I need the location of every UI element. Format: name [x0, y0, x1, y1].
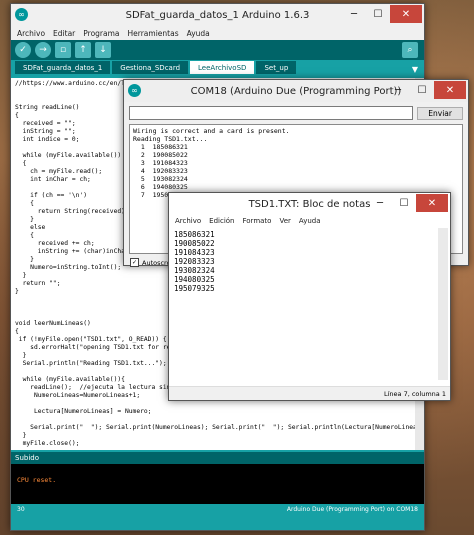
menu-programa[interactable]: Programa — [83, 29, 119, 38]
open-sketch-icon[interactable]: ↑ — [75, 42, 91, 58]
tab-menu-icon[interactable]: ▼ — [412, 65, 418, 74]
menu-archivo[interactable]: Archivo — [175, 217, 201, 225]
notepad-status: Línea 7, columna 1 — [169, 386, 450, 400]
ide-title: SDFat_guarda_datos_1 Arduino 1.6.3 — [125, 9, 310, 21]
serial-title: COM18 (Arduino Due (Programming Port)) — [190, 85, 402, 97]
maximize-icon[interactable]: ☐ — [366, 5, 390, 23]
maximize-icon[interactable]: ☐ — [410, 81, 434, 99]
close-icon[interactable]: ✕ — [390, 5, 422, 23]
menu-herramientas[interactable]: Herramientas — [128, 29, 179, 38]
board-port-label: Arduino Due (Programming Port) on COM18 — [286, 506, 418, 513]
output-console: CPU reset. — [11, 464, 424, 504]
serial-send-input[interactable] — [129, 106, 414, 120]
tab-lee-archivo-sd[interactable]: LeeArchivoSD — [190, 61, 255, 74]
upload-status: Subido — [11, 452, 424, 464]
arduino-icon: ∞ — [15, 8, 28, 21]
sketch-tabs: SDFat_guarda_datos_1 Gestiona_SDcard Lee… — [11, 60, 424, 74]
menu-archivo[interactable]: Archivo — [17, 29, 45, 38]
autoscroll-checkbox[interactable]: ✓ — [130, 258, 139, 267]
menu-edicion[interactable]: Edición — [209, 217, 234, 225]
serial-monitor-icon[interactable]: ⌕ — [402, 42, 418, 58]
ide-titlebar[interactable]: ∞ SDFat_guarda_datos_1 Arduino 1.6.3 ─ ☐… — [11, 4, 424, 26]
serial-titlebar[interactable]: ∞ COM18 (Arduino Due (Programming Port))… — [124, 80, 468, 102]
close-icon[interactable]: ✕ — [416, 194, 448, 212]
maximize-icon[interactable]: ☐ — [392, 194, 416, 212]
tab-sdfat-guarda-datos[interactable]: SDFat_guarda_datos_1 — [15, 61, 111, 74]
save-sketch-icon[interactable]: ↓ — [95, 42, 111, 58]
notepad-menubar: Archivo Edición Formato Ver Ayuda — [169, 215, 450, 227]
ide-toolbar: ✓ → ▫ ↑ ↓ ⌕ — [11, 40, 424, 60]
minimize-icon[interactable]: ─ — [368, 194, 392, 212]
notepad-content: 185086321 190085022 191084323 192083323 … — [174, 230, 215, 293]
notepad-titlebar[interactable]: TSD1.TXT: Bloc de notas ─ ☐ ✕ — [169, 193, 450, 215]
ide-menubar: Archivo Editar Programa Herramientas Ayu… — [11, 26, 424, 40]
tab-gestiona-sdcard[interactable]: Gestiona_SDcard — [112, 61, 189, 74]
send-button[interactable]: Enviar — [417, 106, 463, 120]
menu-ayuda[interactable]: Ayuda — [299, 217, 321, 225]
console-line: CPU reset. — [17, 476, 57, 484]
notepad-title: TSD1.TXT: Bloc de notas — [248, 198, 371, 210]
line-number: 30 — [17, 506, 25, 513]
menu-editar[interactable]: Editar — [53, 29, 75, 38]
new-sketch-icon[interactable]: ▫ — [55, 42, 71, 58]
menu-ayuda[interactable]: Ayuda — [187, 29, 210, 38]
menu-formato[interactable]: Formato — [243, 217, 272, 225]
tab-set-up[interactable]: Set_up — [256, 61, 297, 74]
upload-icon[interactable]: → — [35, 42, 51, 58]
serial-output-text: Wiring is correct and a card is present.… — [133, 127, 290, 199]
menu-ver[interactable]: Ver — [279, 217, 290, 225]
minimize-icon[interactable]: ─ — [386, 81, 410, 99]
notepad-scrollbar[interactable] — [438, 228, 448, 380]
arduino-icon: ∞ — [128, 84, 141, 97]
notepad-window: TSD1.TXT: Bloc de notas ─ ☐ ✕ Archivo Ed… — [168, 192, 451, 401]
close-icon[interactable]: ✕ — [434, 81, 466, 99]
minimize-icon[interactable]: ─ — [342, 5, 366, 23]
ide-statusbar: 30 Arduino Due (Programming Port) on COM… — [11, 504, 424, 515]
notepad-text-area[interactable]: 185086321 190085022 191084323 192083323 … — [171, 228, 437, 380]
verify-icon[interactable]: ✓ — [15, 42, 31, 58]
